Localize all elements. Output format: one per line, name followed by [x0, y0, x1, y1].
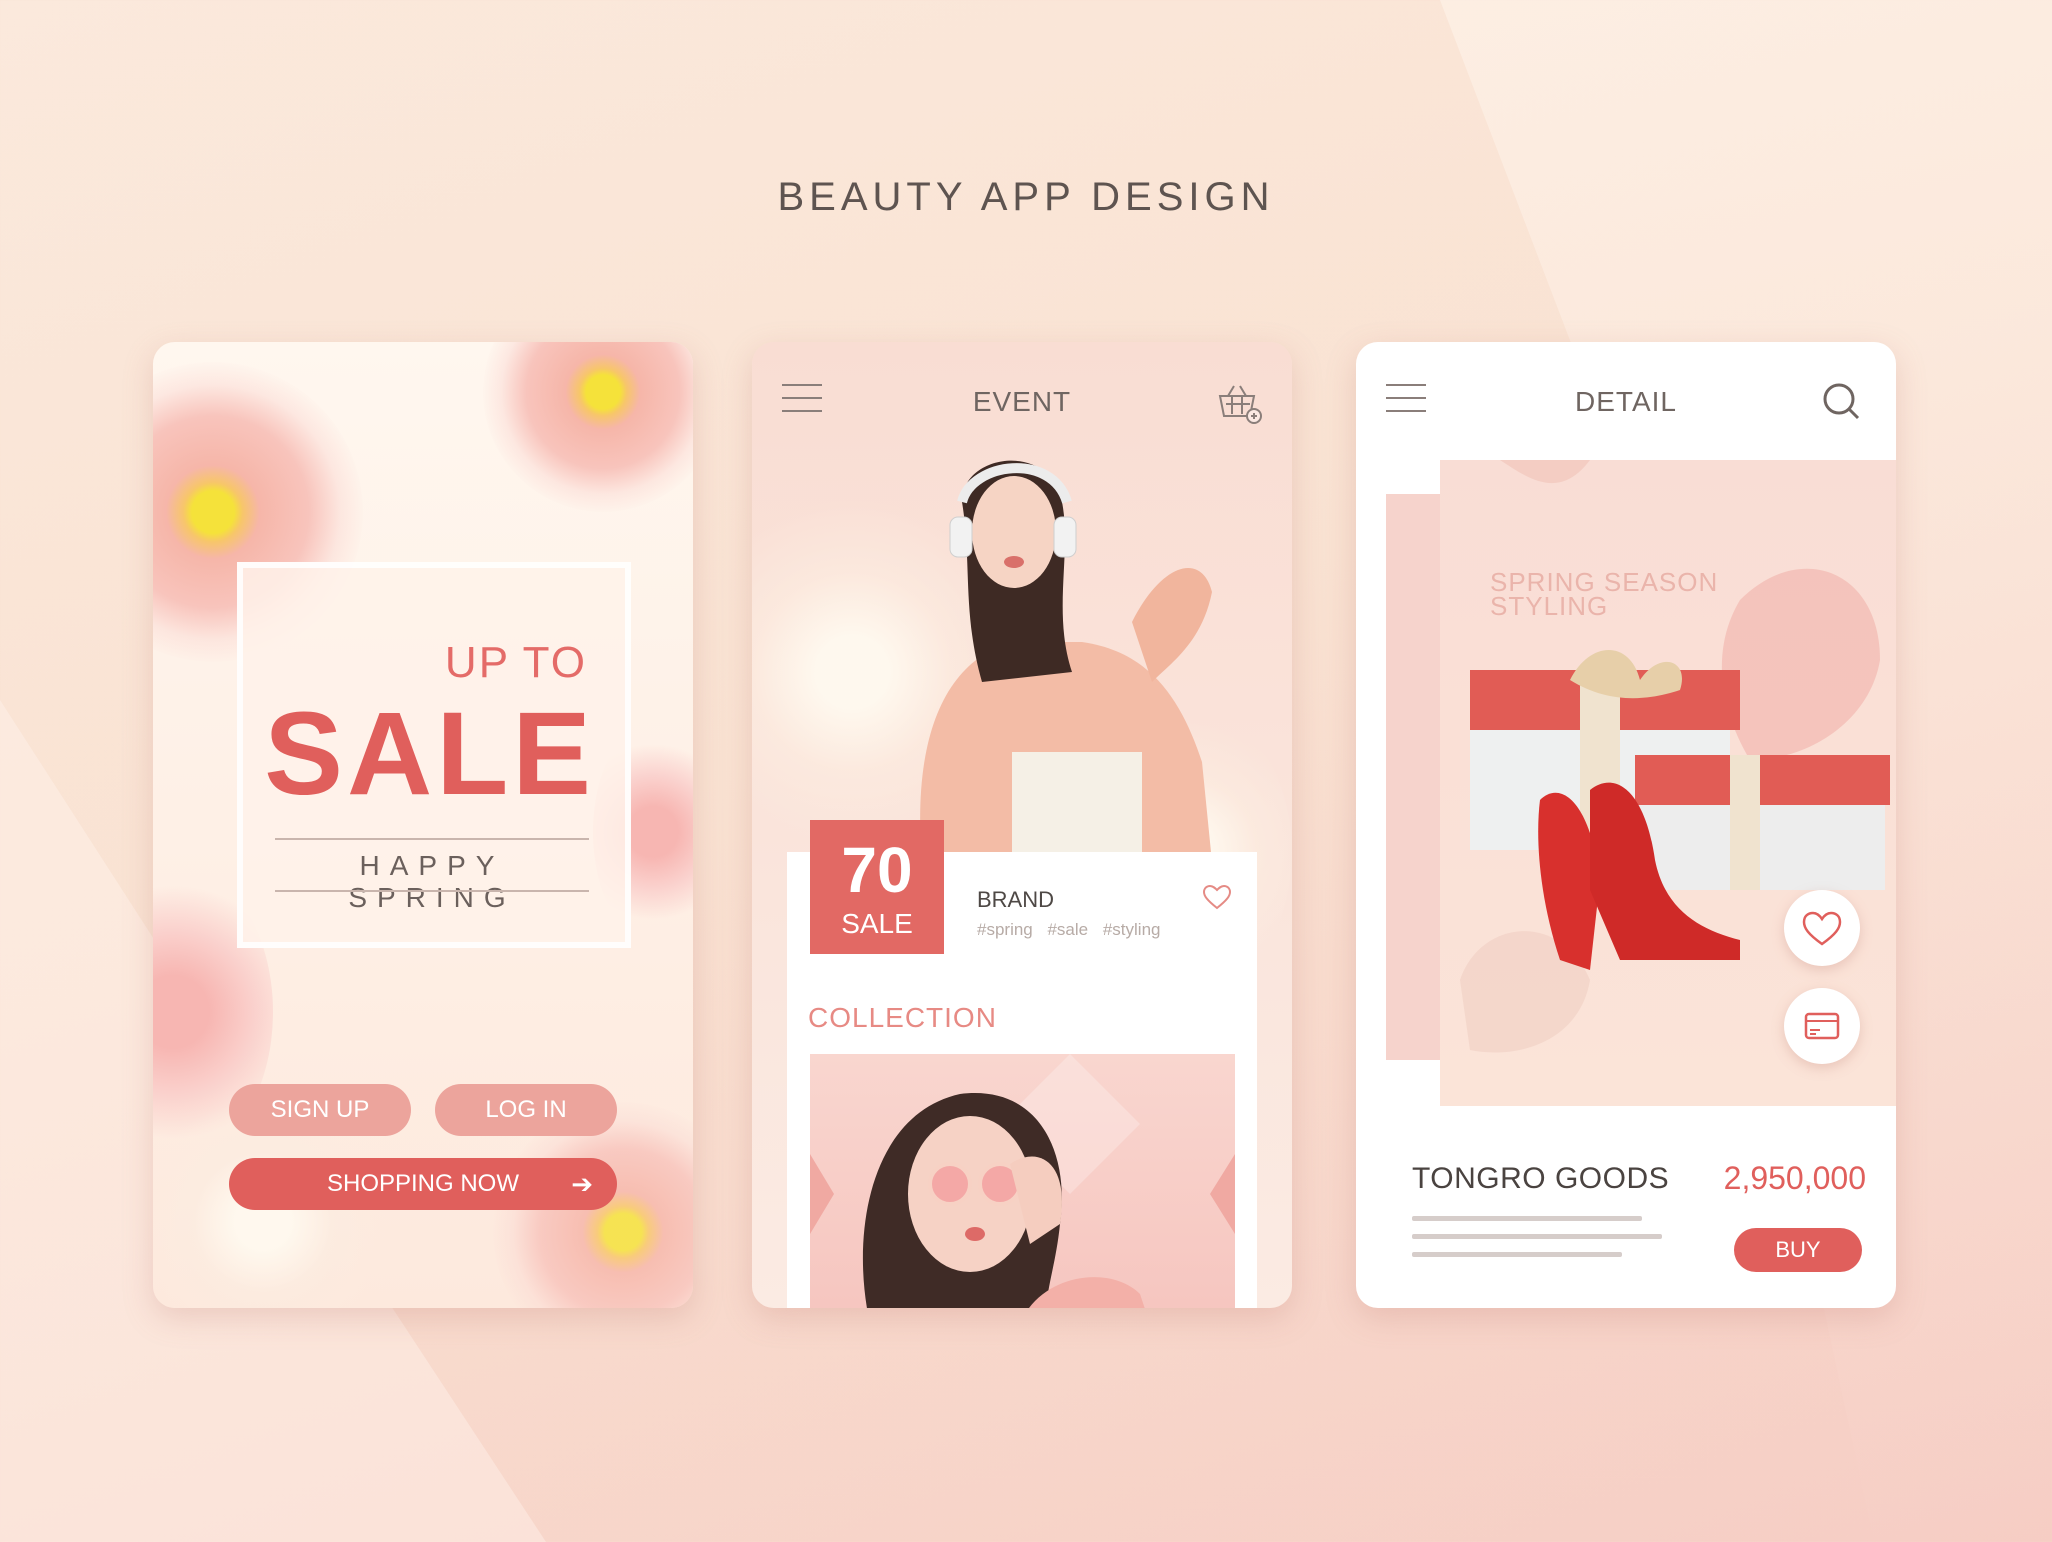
- up-to-text: UP TO: [444, 638, 587, 687]
- top-bar: DETAIL: [1356, 342, 1896, 452]
- buy-button[interactable]: BUY: [1734, 1228, 1862, 1272]
- heart-icon: [1802, 911, 1842, 946]
- sale-badge: 70 SALE: [810, 820, 944, 954]
- product-description-placeholder: [1412, 1212, 1672, 1268]
- product-price: 2,950,000: [1723, 1160, 1866, 1196]
- collection-photo[interactable]: [810, 1054, 1235, 1308]
- shopping-basket-icon[interactable]: [1212, 376, 1264, 428]
- collection-heading: COLLECTION: [808, 1002, 997, 1033]
- card-button[interactable]: [1784, 988, 1860, 1064]
- sale-headline: SALE: [264, 688, 595, 820]
- page-title: BEAUTY APP DESIGN: [777, 175, 1275, 219]
- top-bar: EVENT: [752, 342, 1292, 452]
- product-name: TONGRO GOODS: [1412, 1162, 1670, 1195]
- favorite-button[interactable]: [1784, 890, 1860, 966]
- arrow-right-icon: ➔: [571, 1169, 593, 1199]
- screen-title: DETAIL: [1575, 386, 1677, 417]
- screen-sale: UP TO SALE HAPPY SPRING SIGN UP LOG IN S…: [153, 342, 693, 1308]
- banner-text: SPRING SEASON STYLING: [1490, 569, 1718, 621]
- sale-badge-label: SALE: [841, 908, 913, 939]
- banner-line-2: STYLING: [1490, 591, 1609, 621]
- search-icon[interactable]: [1816, 376, 1868, 428]
- tagline: HAPPY SPRING: [348, 850, 516, 913]
- hashtags: #spring #sale #styling: [977, 920, 1161, 939]
- brand-name: BRAND: [977, 887, 1055, 912]
- screen-title: EVENT: [972, 386, 1072, 417]
- screen-detail: DETAIL SPRING SEASON STYLING TONGRO GOOD…: [1356, 342, 1896, 1308]
- log-in-button[interactable]: LOG IN: [435, 1084, 617, 1136]
- sale-percent: 70: [841, 834, 913, 906]
- sale-banner: UP TO SALE HAPPY SPRING: [237, 562, 631, 948]
- card-icon: [1804, 1012, 1840, 1040]
- shopping-now-label: SHOPPING NOW: [326, 1170, 519, 1197]
- flower-image: [483, 342, 693, 512]
- previous-slide-preview[interactable]: [1386, 494, 1442, 1060]
- shopping-now-button[interactable]: SHOPPING NOW ➔: [229, 1158, 617, 1210]
- screen-event: EVENT 70 SALE BRAND #spring #sale #styli…: [752, 342, 1292, 1308]
- divider: [275, 838, 589, 840]
- divider: [275, 890, 589, 892]
- heart-icon[interactable]: [1202, 884, 1232, 910]
- model-photo: [902, 442, 1242, 862]
- sign-up-button[interactable]: SIGN UP: [229, 1084, 411, 1136]
